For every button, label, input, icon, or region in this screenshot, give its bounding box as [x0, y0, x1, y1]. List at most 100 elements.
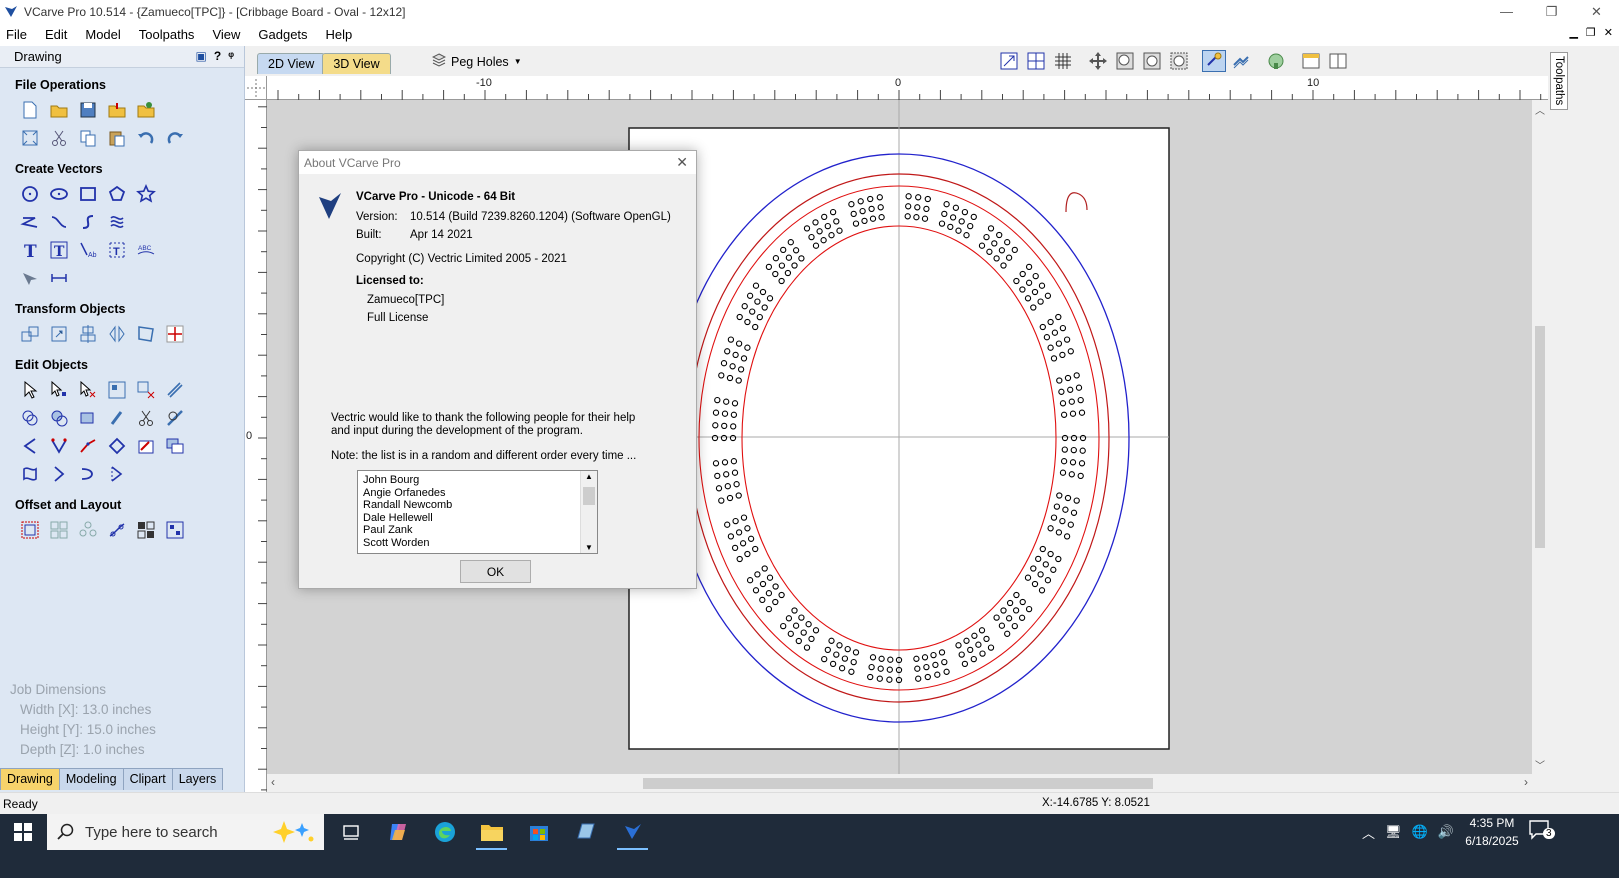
tab-2d-view[interactable]: 2D View [257, 53, 326, 74]
taskbar-search-box[interactable]: Type here to search [47, 814, 324, 850]
zoom-extents-icon[interactable] [997, 50, 1021, 72]
smooth-vectors-icon[interactable] [73, 434, 102, 458]
list-scroll-down-icon[interactable]: ▼ [585, 543, 593, 552]
mdi-close-button[interactable]: ✕ [1604, 26, 1613, 39]
star-tool-icon[interactable] [131, 182, 160, 206]
menu-edit[interactable]: Edit [39, 27, 73, 42]
notifications-button[interactable]: 3 [1528, 818, 1555, 845]
zoom-in-icon[interactable] [1113, 50, 1137, 72]
grid-toggle-icon[interactable] [1051, 50, 1075, 72]
close-button[interactable]: ✕ [1574, 0, 1619, 23]
split-view-icon[interactable] [1326, 50, 1350, 72]
menu-view[interactable]: View [206, 27, 246, 42]
create-boundary-icon[interactable] [102, 406, 131, 430]
text-arc-icon[interactable]: ABC [131, 238, 160, 262]
snap-toggle-icon[interactable] [1202, 50, 1226, 72]
fit-to-curve-icon[interactable] [160, 518, 189, 542]
ruler-corner[interactable] [245, 76, 267, 100]
intersect-vectors-icon[interactable] [73, 406, 102, 430]
microsoft-store-icon[interactable] [515, 814, 562, 850]
vertical-scroll-thumb[interactable] [1535, 326, 1545, 548]
nesting-icon[interactable] [131, 518, 160, 542]
curve-tool-icon[interactable] [44, 210, 73, 234]
meet-now-icon[interactable]: 🖥 [1385, 824, 1402, 840]
tab-drawing[interactable]: Drawing [0, 768, 60, 790]
polyline-tool-icon[interactable] [15, 210, 44, 234]
line-segment-icon[interactable] [44, 462, 73, 486]
text-box-tool-icon[interactable]: T [44, 238, 73, 262]
import-vectors-icon[interactable] [102, 98, 131, 122]
nudge-tool-icon[interactable] [160, 322, 189, 346]
fillet-icon[interactable] [160, 406, 189, 430]
show-vectors-icon[interactable] [1229, 50, 1253, 72]
tab-clipart[interactable]: Clipart [122, 768, 173, 790]
scissors-icon[interactable] [131, 406, 160, 430]
weld-vectors-icon[interactable] [15, 406, 44, 430]
ungroup-icon[interactable] [131, 378, 160, 402]
taskbar-clock[interactable]: 4:35 PM 6/18/2025 [1457, 814, 1527, 850]
edge-browser-icon[interactable] [421, 814, 468, 850]
start-button[interactable] [0, 814, 46, 850]
toggle-layout-icon[interactable] [1299, 50, 1323, 72]
move-tool-icon[interactable] [15, 322, 44, 346]
tab-layers[interactable]: Layers [171, 768, 224, 790]
rectangle-tool-icon[interactable] [73, 182, 102, 206]
mirror-tool-icon[interactable] [102, 322, 131, 346]
text-tool-icon[interactable]: T [15, 238, 44, 262]
select-tool-icon[interactable] [15, 378, 44, 402]
paste-icon[interactable] [102, 126, 131, 150]
trace-bitmap-icon[interactable] [15, 266, 44, 290]
volume-icon[interactable]: 🔊 [1438, 824, 1454, 840]
draw-fillet-icon[interactable] [102, 210, 131, 234]
panel-help-icon[interactable]: ? [214, 49, 221, 63]
scroll-down-icon[interactable]: ﹀ [1535, 757, 1545, 772]
maximize-button[interactable]: ❐ [1529, 0, 1574, 23]
vcarve-taskbar-icon[interactable] [609, 814, 656, 850]
menu-file[interactable]: File [0, 27, 33, 42]
copy-icon[interactable] [73, 126, 102, 150]
align-tool-icon[interactable] [73, 322, 102, 346]
distort-tool-icon[interactable] [131, 322, 160, 346]
vectric-aspire-icon[interactable] [562, 814, 609, 850]
circular-copy-icon[interactable] [73, 518, 102, 542]
curve-fit-icon[interactable] [131, 434, 160, 458]
open-file-icon[interactable] [44, 98, 73, 122]
offset-icon[interactable] [15, 518, 44, 542]
scroll-left-icon[interactable]: ‹ [271, 775, 275, 789]
show-model-icon[interactable] [1264, 50, 1288, 72]
list-scroll-up-icon[interactable]: ▲ [585, 472, 593, 481]
list-scrollbar[interactable]: ▲ ▼ [580, 471, 597, 553]
weld-icon[interactable] [160, 378, 189, 402]
show-hidden-icons-icon[interactable]: ︿ [1362, 823, 1375, 842]
node-edit-icon[interactable] [44, 378, 73, 402]
tab-modeling[interactable]: Modeling [58, 768, 124, 790]
zoom-previous-icon[interactable] [1167, 50, 1191, 72]
mdi-minimize-button[interactable]: ▁ [1569, 26, 1577, 39]
redo-icon[interactable] [160, 126, 189, 150]
extend-vector-icon[interactable] [15, 434, 44, 458]
scroll-right-icon[interactable]: › [1524, 775, 1528, 789]
dialog-close-icon[interactable]: ✕ [676, 154, 688, 171]
auto-layout-text-icon[interactable]: T [102, 238, 131, 262]
network-icon[interactable]: 🌐 [1412, 824, 1428, 840]
menu-gadgets[interactable]: Gadgets [252, 27, 313, 42]
minimize-button[interactable]: — [1484, 0, 1529, 23]
copy-along-vectors-icon[interactable] [102, 518, 131, 542]
list-scroll-thumb[interactable] [583, 487, 595, 505]
set-size-tool-icon[interactable] [44, 322, 73, 346]
copilot-icon[interactable] [374, 814, 421, 850]
arc-tool-icon[interactable] [73, 210, 102, 234]
horizontal-scroll-thumb[interactable] [643, 778, 1153, 789]
close-vectors-icon[interactable] [102, 434, 131, 458]
subtract-vectors-icon[interactable] [44, 406, 73, 430]
menu-toolpaths[interactable]: Toolpaths [133, 27, 201, 42]
bezier-icon[interactable] [73, 462, 102, 486]
task-view-icon[interactable] [327, 814, 374, 850]
spline-tool-icon[interactable] [15, 462, 44, 486]
panel-dock-icon[interactable]: ▣ [196, 49, 207, 63]
import-bitmap-icon[interactable] [131, 98, 160, 122]
group-icon[interactable] [102, 378, 131, 402]
job-setup-icon[interactable] [15, 126, 44, 150]
text-on-curve-icon[interactable]: Ab [73, 238, 102, 262]
zoom-material-icon[interactable] [1024, 50, 1048, 72]
